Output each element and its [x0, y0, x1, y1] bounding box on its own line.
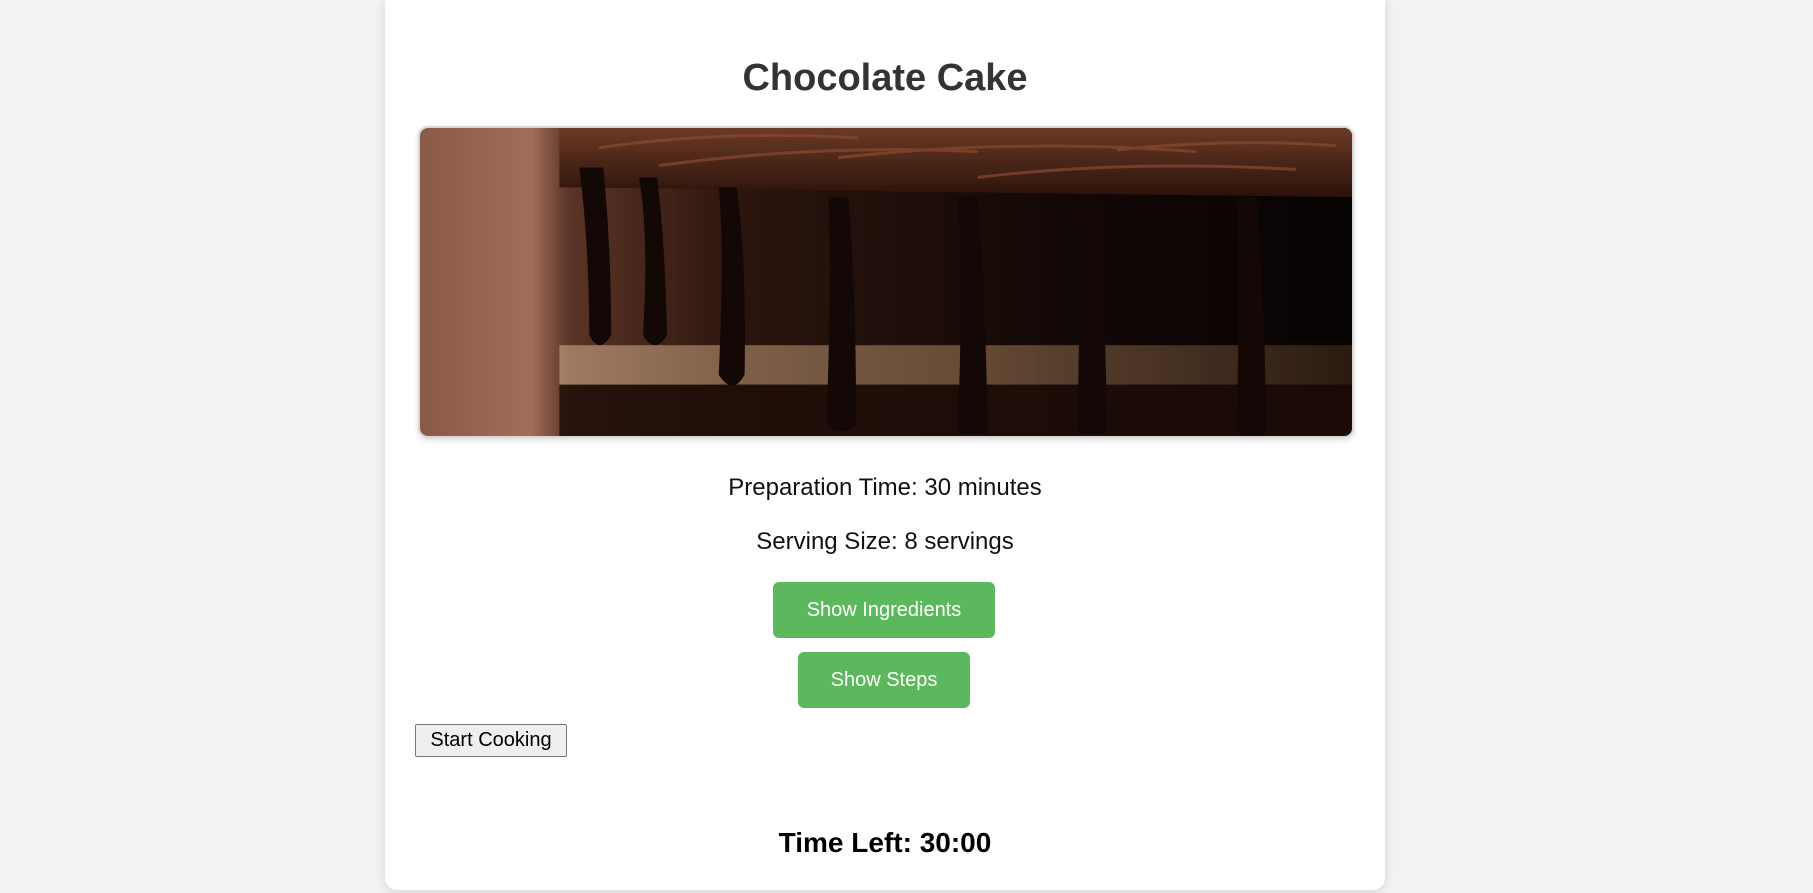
- show-steps-button[interactable]: Show Steps: [798, 652, 970, 708]
- recipe-card: Chocolate Cake Preparation Time: 30 minu…: [385, 0, 1385, 890]
- recipe-title: Chocolate Cake: [742, 57, 1028, 99]
- serving-size: Serving Size: 8 servings: [756, 528, 1014, 555]
- time-left-display: Time Left: 30:00: [778, 827, 992, 858]
- preparation-time: Preparation Time: 30 minutes: [728, 474, 1042, 501]
- start-cooking-button[interactable]: Start Cooking: [415, 724, 567, 757]
- chocolate-cake-image: [418, 126, 1354, 438]
- show-ingredients-button[interactable]: Show Ingredients: [773, 582, 995, 638]
